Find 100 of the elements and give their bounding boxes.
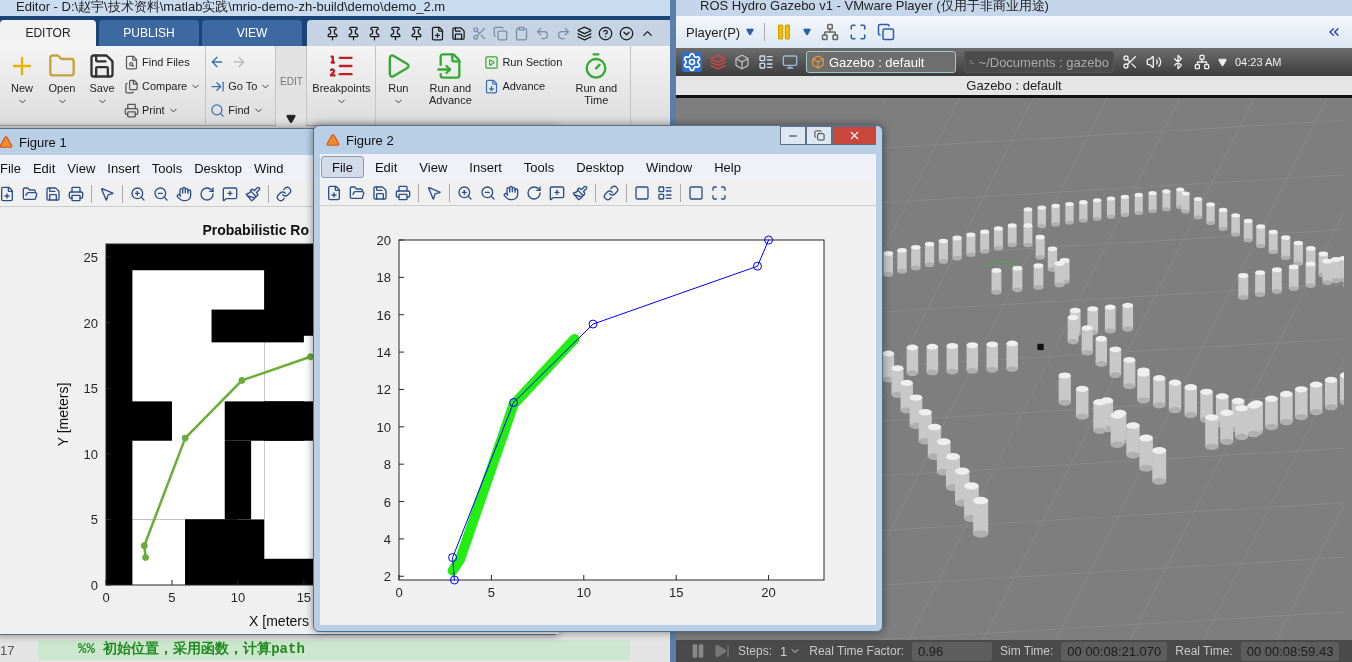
fullscreen-icon[interactable] [849,23,868,41]
open-folder-icon[interactable] [349,184,365,201]
brush-icon[interactable] [572,184,588,201]
toolstrip-button[interactable]: Go To [209,76,273,96]
player-menu[interactable]: Player(P) [686,24,755,40]
edit-section-button[interactable]: EDIT [276,46,307,126]
maximize-button[interactable] [806,126,832,145]
toolstrip-button[interactable]: Print [123,100,203,120]
menu-item[interactable]: View [408,156,459,178]
printer-icon[interactable] [68,185,84,202]
pan-hand-icon[interactable] [176,185,192,202]
menu-item[interactable]: Desktop [188,157,248,179]
file-search-icon[interactable] [124,54,139,70]
toolstrip-button[interactable]: Run and Time [565,52,628,106]
dropdown-icon[interactable] [619,25,634,41]
menu-item[interactable]: View [61,157,102,179]
toolstrip-button[interactable]: Save [83,52,121,107]
menu-item[interactable]: Tools [512,156,566,178]
menu-item[interactable]: Edit [363,156,409,178]
toolstrip-button[interactable]: Run and Advance [419,52,482,106]
pointer-icon[interactable] [99,185,115,202]
pause-icon[interactable] [690,643,706,659]
toolstrip-button[interactable]: Find [209,100,273,120]
caret-icon[interactable] [803,28,812,36]
menu-item[interactable]: Help [703,156,752,178]
real-time-factor-label: Real Time Factor: [809,644,904,658]
ribbon-tab[interactable]: PUBLISH [99,20,199,46]
pointer-icon[interactable] [426,184,442,201]
brush-icon[interactable] [245,185,261,202]
toolstrip-button[interactable]: Run [379,52,418,107]
documents-icon[interactable] [124,78,139,94]
restore-icon[interactable] [813,130,825,141]
shortcut-icon[interactable] [367,25,382,41]
menu-item[interactable]: Insert [101,157,146,179]
shortcut-icon[interactable] [346,25,361,41]
run-section-icon[interactable] [484,54,500,70]
search-icon[interactable] [210,102,226,118]
zoom-out-icon[interactable] [480,184,496,201]
desktop-icon[interactable] [782,54,798,70]
scissors-icon[interactable] [1122,54,1138,70]
app-logo-icon[interactable] [0,135,13,149]
toolstrip-button[interactable]: Breakpoints [310,52,373,107]
taskbar-item[interactable]: ~/Documents : gazebo [964,51,1114,73]
rotate-icon[interactable] [199,185,215,202]
zoom-in-icon[interactable] [457,184,473,201]
tick-label: 15 [83,381,98,397]
printer-icon[interactable] [395,184,411,201]
link-icon[interactable] [603,184,619,201]
printer-icon[interactable] [124,102,139,118]
shortcut-icon[interactable] [388,25,403,41]
legend-icon[interactable] [657,184,673,201]
network-devices-icon[interactable] [821,23,840,41]
square-icon[interactable] [688,184,704,201]
pan-hand-icon[interactable] [503,184,519,201]
menu-item[interactable]: Insert [458,156,513,178]
menu-item[interactable]: Tools [145,157,189,179]
real-time-factor-value: 0.96 [911,641,992,661]
shortcut-icon[interactable] [325,25,340,41]
save-icon[interactable] [45,185,61,202]
menu-item[interactable]: Desktop [565,156,635,178]
tick-label: 0 [395,585,403,600]
ribbon-tab[interactable]: EDITOR [0,20,96,46]
real-time-value: 00 00:08:59.43 [1240,641,1340,661]
help-icon[interactable] [598,25,613,41]
rotate-icon[interactable] [526,184,542,201]
zoom-in-icon[interactable] [130,185,146,202]
menu-item[interactable]: Window [634,156,704,178]
menu-item[interactable]: Edit [26,157,62,179]
app-logo-icon[interactable] [326,133,340,147]
toolstrip-button[interactable]: Find Files [123,52,203,72]
toolstrip-button[interactable]: Advance [483,76,564,96]
caret-icon[interactable] [286,114,297,124]
advance-icon[interactable] [484,78,500,94]
minimize-button[interactable] [780,126,806,145]
menu-item[interactable]: File [321,156,364,178]
toolstrip-button[interactable]: Compare [123,76,203,96]
notes-icon[interactable] [758,54,774,70]
new-shortcut-icon[interactable] [430,25,445,41]
steps-label: Steps: [738,644,773,658]
steps-spinner[interactable]: 1 [780,643,802,659]
save-icon[interactable] [451,25,466,41]
menu-item[interactable]: Wind [247,157,290,179]
save-icon[interactable] [372,184,388,201]
network-icon[interactable] [1194,54,1210,70]
save-icon[interactable] [88,52,116,80]
shortcut-icon[interactable] [409,25,424,41]
tick-label: 20 [83,315,98,331]
ribbon-tab[interactable]: VIEW [202,20,302,46]
link-icon[interactable] [276,185,292,202]
zoom-out-icon[interactable] [153,185,169,202]
taskbar-item[interactable]: Gazebo : default [806,51,956,73]
open-folder-icon[interactable] [22,185,38,202]
caret-icon[interactable] [746,28,755,36]
new-figure-icon[interactable] [0,185,15,202]
speaker-icon[interactable] [1146,54,1162,70]
toolstrip-button[interactable]: Run Section [483,52,564,72]
tick-label: 20 [761,585,776,600]
tray-caret-icon[interactable] [1218,57,1227,67]
new-figure-icon[interactable] [326,184,342,201]
menu-item[interactable]: File [0,157,27,179]
